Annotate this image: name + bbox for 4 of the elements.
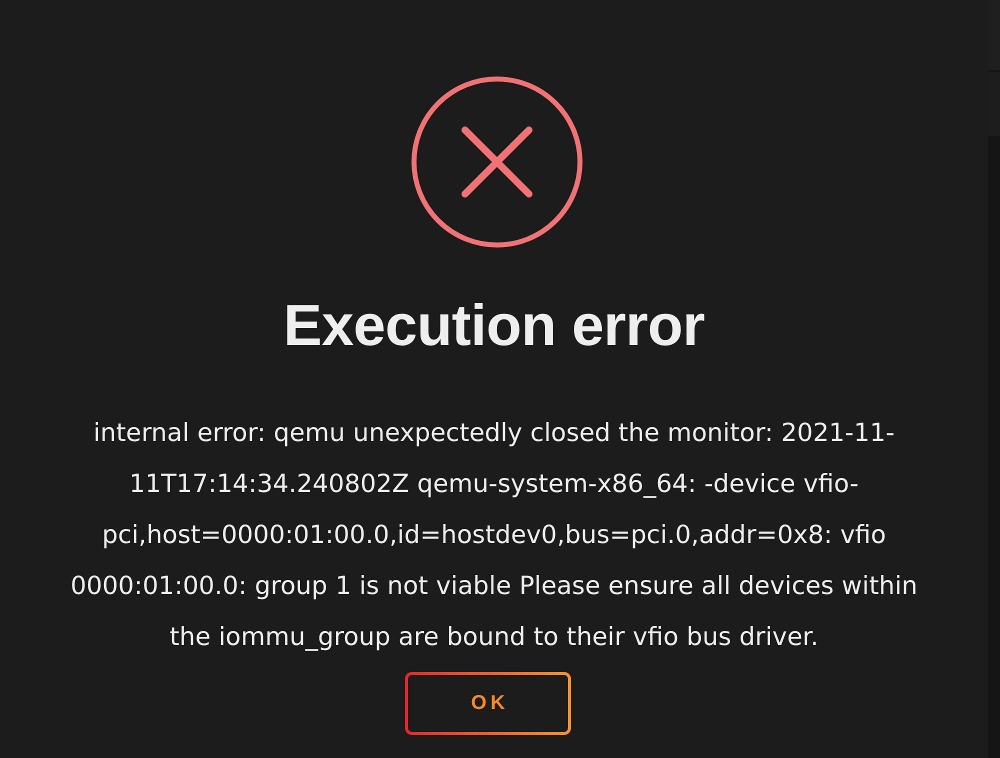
ok-button[interactable]: OK bbox=[405, 672, 571, 735]
error-message: internal error: qemu unexpectedly closed the monitor: 2021-11-11T17:14:34.240802Z qemu-system-x86_64: -device vfio-pci,host=0000:01:00.0,id=hostdev0,bus=pci.0,addr=0x8: vfio 0000:01:00.0: group 1 is not viable Please ensure all devices within the iommu_group are bound to their vfio bus driver. bbox=[69, 417, 919, 653]
dialog-title: Execution error bbox=[283, 295, 705, 357]
error-icon bbox=[411, 76, 583, 248]
